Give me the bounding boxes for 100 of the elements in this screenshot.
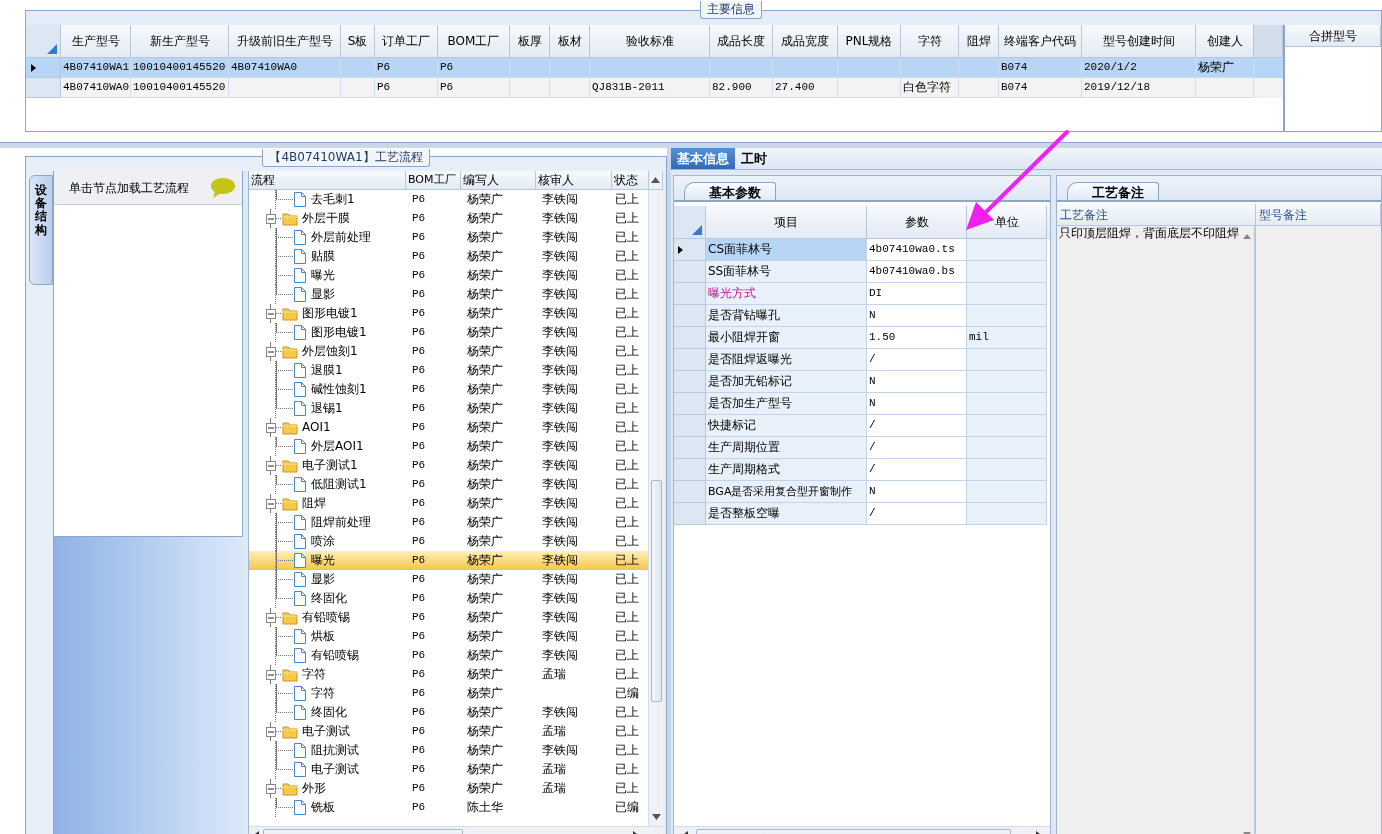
table-cell-text: 李铁闯 — [541, 742, 579, 759]
table-cell-text: 已上 — [614, 362, 640, 379]
collapse-icon[interactable] — [266, 213, 276, 224]
tree-row[interactable]: 电子测试1 P6 杨荣广 李铁闯 已上 — [249, 456, 649, 475]
scroll-up-icon[interactable] — [651, 177, 660, 183]
document-icon — [293, 267, 307, 284]
tree-row[interactable]: 曝光 P6 杨荣广 李铁闯 已上 — [249, 551, 649, 570]
column-header[interactable]: 合拼型号 — [1285, 25, 1381, 47]
side-tab[interactable]: 设备结构 — [29, 175, 53, 285]
tab[interactable]: 基本信息 — [671, 148, 735, 169]
table-cell: 1.50 — [867, 327, 967, 349]
tree-row[interactable]: 字符 P6 杨荣广 孟瑞 已上 — [249, 665, 649, 684]
tree-row[interactable]: 有铅喷锡 P6 杨荣广 李铁闯 已上 — [249, 608, 649, 627]
column-header[interactable]: 编写人 — [461, 171, 536, 190]
tree-row[interactable]: 阻焊前处理 P6 杨荣广 李铁闯 已上 — [249, 513, 649, 532]
tree-row[interactable]: 低阻测试1 P6 杨荣广 李铁闯 已上 — [249, 475, 649, 494]
column-header[interactable]: 核审人 — [536, 171, 612, 190]
tree-row[interactable]: 有铅喷锡 P6 杨荣广 李铁闯 已上 — [249, 646, 649, 665]
collapse-icon[interactable] — [266, 612, 276, 623]
scroll-up-icon[interactable] — [1242, 234, 1251, 239]
table-cell: P6 — [375, 78, 438, 98]
collapse-icon[interactable] — [266, 422, 276, 433]
tree-label: 图形电镀1 — [311, 324, 367, 341]
tree-label: 退膜1 — [311, 362, 343, 379]
table-cell: 2019/12/18 — [1082, 78, 1196, 98]
tree-row[interactable]: 图形电镀1 P6 杨荣广 李铁闯 已上 — [249, 304, 649, 323]
table-cell-text: 杨荣广 — [466, 362, 504, 379]
tree-label: 图形电镀1 — [302, 305, 358, 322]
tree-label: 阻焊前处理 — [311, 514, 371, 531]
tree-row[interactable]: 退锡1 P6 杨荣广 李铁闯 已上 — [249, 399, 649, 418]
tree-row[interactable]: 阻焊 P6 杨荣广 李铁闯 已上 — [249, 494, 649, 513]
tree-row[interactable]: 字符 P6 杨荣广 已编 — [249, 684, 649, 703]
table-cell-text: 已上 — [614, 533, 640, 550]
table-cell-text: 杨荣广 — [466, 647, 504, 664]
table-cell-text: 已上 — [614, 248, 640, 265]
table-cell-text: P6 — [411, 382, 427, 397]
tree-row[interactable]: AOI1 P6 杨荣广 李铁闯 已上 — [249, 418, 649, 437]
tree-row[interactable]: 电子测试 P6 杨荣广 孟瑞 已上 — [249, 722, 649, 741]
document-icon — [293, 647, 307, 664]
table-cell-text: P6 — [411, 439, 427, 454]
document-icon — [293, 381, 307, 398]
tree-row[interactable]: 电子测试 P6 杨荣广 孟瑞 已上 — [249, 760, 649, 779]
table-row[interactable]: 4B07410WA0 10010400145520 P6 P6 QJ831B-2011 82.900 27.400 白色字符 B074 2019/12/18 — [26, 78, 1283, 98]
tree-row[interactable]: 铣板 P6 陈土华 已编 — [249, 798, 649, 817]
table-cell-text: P6 — [411, 705, 427, 720]
collapse-icon[interactable] — [266, 669, 276, 680]
tree-row[interactable]: 去毛刺1 P6 杨荣广 李铁闯 已上 — [249, 190, 649, 209]
tree-label: 字符 — [302, 666, 326, 683]
table-cell-text: 李铁闯 — [541, 362, 579, 379]
tree-label: 阻焊 — [302, 495, 326, 512]
vertical-scrollbar[interactable] — [648, 190, 663, 826]
tree-row[interactable]: 曝光 P6 杨荣广 李铁闯 已上 — [249, 266, 649, 285]
table-cell: / — [867, 459, 967, 481]
column-header[interactable]: BOM工厂 — [406, 171, 461, 190]
table-cell-text: 杨荣广 — [466, 343, 504, 360]
scroll-down-icon[interactable] — [651, 814, 661, 820]
tree-row[interactable]: 阻抗测试 P6 杨荣广 李铁闯 已上 — [249, 741, 649, 760]
table-cell-text: 李铁闯 — [541, 628, 579, 645]
tab[interactable]: 工时 — [735, 148, 773, 169]
tree-row[interactable]: 外层干膜 P6 杨荣广 李铁闯 已上 — [249, 209, 649, 228]
tree-row[interactable]: 贴膜 P6 杨荣广 李铁闯 已上 — [249, 247, 649, 266]
collapse-icon[interactable] — [266, 460, 276, 471]
table-cell-text: 李铁闯 — [541, 210, 579, 227]
tree-label: 外层AOI1 — [311, 438, 364, 455]
tree-row[interactable]: 外形 P6 杨荣广 孟瑞 已上 — [249, 779, 649, 798]
tree-row[interactable]: 图形电镀1 P6 杨荣广 李铁闯 已上 — [249, 323, 649, 342]
tree-row[interactable]: 喷涂 P6 杨荣广 李铁闯 已上 — [249, 532, 649, 551]
table-row[interactable]: 4B07410WA1 10010400145520 4B07410WA0 P6 P6 B074 2020/1/2 杨荣广 — [26, 58, 1283, 78]
collapse-icon[interactable] — [266, 308, 276, 319]
table-cell-text: 杨荣广 — [466, 666, 504, 683]
table-cell-text: 李铁闯 — [541, 495, 579, 512]
row-selector[interactable] — [674, 239, 706, 261]
tree-row[interactable]: 显影 P6 杨荣广 李铁闯 已上 — [249, 570, 649, 589]
tree-row[interactable]: 显影 P6 杨荣广 李铁闯 已上 — [249, 285, 649, 304]
tree-row[interactable]: 终固化 P6 杨荣广 李铁闯 已上 — [249, 589, 649, 608]
row-pointer-icon — [31, 63, 36, 72]
table-cell-text: P6 — [411, 401, 427, 416]
collapse-icon[interactable] — [266, 726, 276, 737]
table-cell-text: P6 — [411, 363, 427, 378]
table-cell-text: P6 — [411, 325, 427, 340]
tree-row[interactable]: 退膜1 P6 杨荣广 李铁闯 已上 — [249, 361, 649, 380]
tree-row[interactable]: 外层蚀刻1 P6 杨荣广 李铁闯 已上 — [249, 342, 649, 361]
tree-row[interactable]: 外层前处理 P6 杨荣广 李铁闯 已上 — [249, 228, 649, 247]
collapse-icon[interactable] — [266, 346, 276, 357]
panel-tab[interactable]: 基本参数 — [684, 182, 776, 200]
tree-label: 显影 — [311, 286, 335, 303]
tree-row[interactable]: 碱性蚀刻1 P6 杨荣广 李铁闯 已上 — [249, 380, 649, 399]
tree-row[interactable]: 外层AOI1 P6 杨荣广 李铁闯 已上 — [249, 437, 649, 456]
collapse-icon[interactable] — [266, 498, 276, 509]
table-cell: 4b07410wa0.ts — [867, 239, 967, 261]
collapse-icon[interactable] — [266, 783, 276, 794]
tree-row[interactable]: 烘板 P6 杨荣广 李铁闯 已上 — [249, 627, 649, 646]
tree-label: 喷涂 — [311, 533, 335, 550]
tree-row[interactable]: 终固化 P6 杨荣广 李铁闯 已上 — [249, 703, 649, 722]
document-icon — [293, 191, 307, 208]
table-cell-text: 已上 — [614, 286, 640, 303]
tree-label: 去毛刺1 — [311, 191, 355, 208]
table-cell-text: 已上 — [614, 571, 640, 588]
panel-tab[interactable]: 工艺备注 — [1067, 182, 1159, 200]
table-cell-text: 已上 — [614, 419, 640, 436]
